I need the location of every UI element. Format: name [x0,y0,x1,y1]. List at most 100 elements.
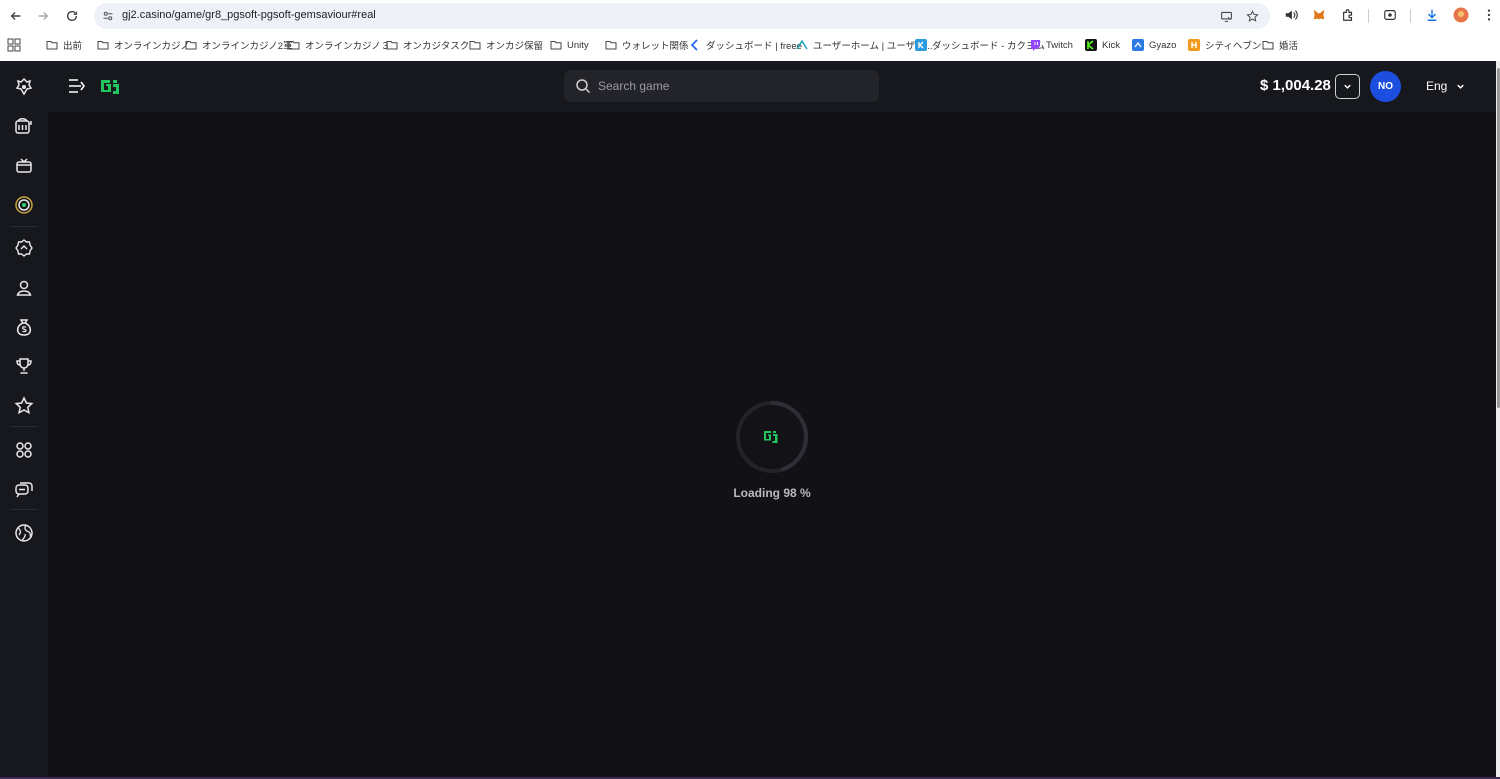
browser-toolbar: gj2.casino/game/gr8_pgsoft-pgsoft-gemsav… [0,0,1500,32]
balance-amount: $ 1,004.28 [1260,77,1331,94]
profile-avatar-icon[interactable] [1453,7,1469,23]
folder-icon [185,39,197,51]
screen-capture-icon[interactable] [1382,7,1398,23]
bookmark-folder[interactable]: オンラインカジノ2軍 [185,37,293,53]
language-label: Eng [1426,79,1448,93]
language-selector[interactable]: Eng [1426,79,1466,93]
chat-icon[interactable] [12,477,36,501]
user-avatar[interactable]: NO [1370,71,1401,102]
bookmark-link[interactable]: Gyazo [1132,37,1176,53]
bookmark-folder[interactable]: オンラインカジノ [97,37,190,53]
metamask-icon[interactable] [1311,7,1327,23]
bookmark-star-icon[interactable] [1245,9,1259,23]
live-casino-icon[interactable] [12,193,36,217]
freee-logo-icon [689,39,701,51]
sidebar-divider [10,426,38,427]
gift-box-icon[interactable] [12,153,36,177]
sports-badge-icon[interactable] [12,236,36,260]
kebab-menu-icon[interactable] [1481,7,1497,23]
folder-icon [46,39,58,51]
game-loading-area: Loading 98 % [48,112,1496,779]
bookmark-label: 出前 [63,41,83,52]
folder-icon [386,39,398,51]
bookmark-folder[interactable]: オンラインカジノ３ [288,37,390,53]
bookmark-label: Twitch [1046,39,1073,51]
bookmark-link[interactable]: ダッシュボード | freee [689,37,802,53]
top-header: $ 1,004.28 NO Eng [48,61,1500,112]
menu-collapse-icon [69,79,85,93]
money-bag-icon[interactable] [12,315,36,339]
bookmark-folder[interactable]: 出前 [46,37,82,53]
bookmark-label: Gyazo [1149,39,1177,51]
bookmark-label: ダッシュボード | freee [706,41,802,52]
chevron-down-icon [1344,84,1351,89]
casino-logo-icon[interactable] [12,75,36,99]
bookmark-folder[interactable]: オンカジタスク [386,37,469,53]
search-input[interactable] [598,70,868,102]
profile-icon[interactable] [12,276,36,300]
reload-button[interactable] [61,5,83,27]
sidebar-divider [10,509,38,510]
bookmark-folder[interactable]: ウォレット関係 [605,37,689,53]
bookmark-label: Kick [1102,39,1120,51]
bookmark-link[interactable]: Kick [1085,37,1120,53]
toolbar-divider [1368,9,1369,23]
site-settings-icon[interactable] [100,8,116,24]
bookmark-label: オンラインカジノ2軍 [202,41,293,52]
gj-logo[interactable] [98,74,123,99]
bookmark-label: Unity [567,39,589,51]
star-icon[interactable] [12,394,36,418]
loading-status-text: Loading 98 % [733,486,811,500]
folder-icon [550,39,562,51]
bookmark-folder[interactable]: Unity [550,37,589,53]
install-app-icon[interactable] [1219,9,1233,23]
folder-icon [97,39,109,51]
sidebar-divider [10,226,38,227]
bookmark-label: ダッシュボード - カクヨム [932,41,1045,52]
globe-icon[interactable] [12,521,36,545]
kakuyomu-logo-icon [915,39,927,51]
loading-spinner [735,400,809,474]
chevron-down-icon [1457,84,1465,89]
arrow-right-icon [38,12,49,20]
browser-chrome: gj2.casino/game/gr8_pgsoft-pgsoft-gemsav… [0,0,1500,61]
reload-icon [66,10,78,22]
bookmark-link[interactable]: シティヘブン [1188,37,1261,53]
bookmark-label: シティヘブン [1205,41,1262,52]
gyazo-logo-icon [1132,39,1144,51]
folder-icon [605,39,617,51]
search-icon [575,78,591,94]
bookmark-label: オンカジ保留 [486,41,544,52]
bookmark-link[interactable]: ユーザーホーム | ユーザベ... [796,37,933,53]
bookmark-link[interactable]: ダッシュボード - カクヨム [915,37,1045,53]
bookmarks-bar: 出前 オンラインカジノ オンラインカジノ2軍 オンラインカジノ３ オンカジタスク… [0,34,1500,56]
address-bar[interactable]: gj2.casino/game/gr8_pgsoft-pgsoft-gemsav… [94,3,1270,29]
speaker-icon[interactable] [1283,7,1299,23]
menu-toggle-button[interactable] [68,78,86,94]
bookmark-label: オンラインカジノ３ [305,41,391,52]
kick-logo-icon [1085,39,1097,51]
search-bar[interactable] [564,70,879,102]
balance-dropdown-button[interactable] [1335,74,1360,99]
cityheaven-logo-icon [1188,39,1200,51]
trophy-icon[interactable] [12,354,36,378]
extensions-puzzle-icon[interactable] [1340,7,1356,23]
bookmark-label: 婚活 [1279,41,1299,52]
folder-icon [469,39,481,51]
bookmark-link[interactable]: Twitch [1029,37,1073,53]
download-icon[interactable] [1424,7,1440,23]
userbase-logo-icon [796,39,808,51]
bookmark-folder[interactable]: オンカジ保留 [469,37,543,53]
sidebar [0,61,48,779]
forward-button[interactable] [32,5,54,27]
casino-app: $ 1,004.28 NO Eng Loading 98 % [0,61,1500,779]
bookmark-label: オンラインカジノ [114,41,190,52]
back-button[interactable] [5,5,27,27]
bookmark-folder[interactable]: 婚活 [1262,37,1298,53]
bookmark-label: オンカジタスク [403,41,470,52]
apps-grid-icon[interactable] [7,38,21,52]
apps-grid-icon[interactable] [12,438,36,462]
slots-icon[interactable] [12,114,36,138]
url-text: gj2.casino/game/gr8_pgsoft-pgsoft-gemsav… [122,9,376,21]
folder-icon [1262,39,1274,51]
